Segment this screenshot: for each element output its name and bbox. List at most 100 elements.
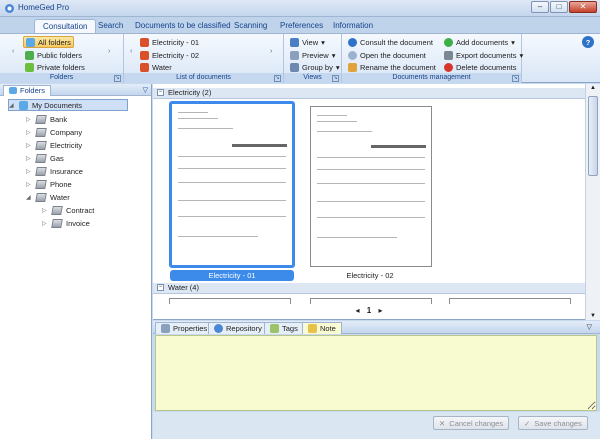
tree-node-insurance[interactable]: ▷ Insurance — [26, 165, 83, 177]
folders-panel-tab[interactable]: Folders — [3, 84, 52, 96]
rename-document-button[interactable]: Rename the document — [346, 61, 438, 73]
folder-icon — [35, 114, 47, 124]
scroll-up-icon[interactable]: ▲ — [590, 85, 596, 91]
tab-tags[interactable]: Tags — [264, 322, 304, 334]
doc-list-item[interactable]: Electricity - 02 — [138, 49, 201, 61]
scroll-right-icon[interactable]: › — [108, 48, 110, 55]
scroll-right-icon[interactable]: › — [270, 48, 272, 55]
vertical-scrollbar[interactable]: ▲ ▼ — [585, 84, 600, 320]
expand-icon[interactable]: ▷ — [42, 220, 48, 227]
tab-information[interactable]: Information — [325, 19, 381, 33]
document-label[interactable]: Electricity - 02 — [308, 270, 432, 281]
tab-consultation[interactable]: Consultation — [34, 19, 97, 33]
group-label: List of documents — [124, 73, 283, 83]
tree-node-contract[interactable]: ▷ Contract — [42, 204, 94, 216]
preview-icon — [290, 50, 299, 60]
tab-documents-to-be-classified[interactable]: Documents to be classified — [127, 19, 239, 33]
window-title: HomeGed Pro — [18, 3, 70, 12]
document-thumbnail[interactable] — [169, 101, 295, 268]
private-folder-icon — [25, 62, 34, 72]
note-textarea[interactable] — [155, 335, 597, 411]
consult-document-button[interactable]: Consult the document — [346, 36, 435, 48]
tree-node-my-documents[interactable]: ◢ My Documents — [8, 99, 128, 111]
expand-icon[interactable]: ▷ — [26, 142, 32, 149]
tree-node-electricity[interactable]: ▷ Electricity — [26, 139, 82, 151]
tree-node-water[interactable]: ◢ Water — [26, 191, 70, 203]
dialog-launcher-icon[interactable]: ↘ — [114, 75, 121, 82]
magnifier-icon — [348, 50, 357, 60]
collapse-icon[interactable]: ◢ — [26, 194, 32, 201]
tree-node-gas[interactable]: ▷ Gas — [26, 152, 64, 164]
info-icon — [348, 37, 357, 47]
folder-icon — [51, 205, 63, 215]
prev-page-button[interactable]: ◂ — [356, 306, 360, 315]
expand-icon[interactable]: ▷ — [26, 129, 32, 136]
tag-icon — [270, 324, 279, 333]
doc-list-item[interactable]: Electricity - 01 — [138, 36, 201, 48]
save-changes-button[interactable]: ✓ Save changes — [518, 416, 588, 430]
group-header-electricity[interactable]: − Electricity (2) — [153, 88, 585, 99]
next-page-button[interactable]: ▸ — [378, 306, 382, 315]
tree-node-phone[interactable]: ▷ Phone — [26, 178, 72, 190]
public-folders-button[interactable]: Public folders — [23, 49, 84, 61]
maximize-button[interactable]: □ — [550, 1, 568, 13]
collapse-icon[interactable]: ◢ — [9, 102, 15, 109]
tab-properties[interactable]: Properties — [155, 322, 214, 334]
note-icon — [308, 324, 317, 333]
pager: ◂ 1 ▸ — [153, 304, 585, 318]
collapse-icon[interactable]: − — [157, 284, 164, 291]
group-by-dropdown[interactable]: Group by ▾ — [288, 61, 342, 73]
tab-preferences[interactable]: Preferences — [272, 19, 331, 33]
folders-panel: Folders ▽ ◢ My Documents ▷ Bank ▷ Compan… — [0, 84, 152, 439]
tab-note[interactable]: Note — [302, 322, 342, 334]
list-of-documents-group: ‹ Electricity - 01 Electricity - 02 Wate… — [124, 34, 284, 83]
expand-icon[interactable]: ▷ — [26, 116, 32, 123]
expand-icon[interactable]: ▷ — [26, 181, 32, 188]
app-logo-icon — [4, 3, 15, 14]
document-label[interactable]: Electricity - 01 — [170, 270, 294, 281]
title-bar: HomeGed Pro – □ ✕ — [0, 0, 600, 17]
page-number: 1 — [366, 306, 372, 315]
dialog-launcher-icon[interactable]: ↘ — [332, 75, 339, 82]
delete-icon — [444, 62, 453, 72]
folder-icon — [9, 87, 17, 94]
dialog-launcher-icon[interactable]: ↘ — [274, 75, 281, 82]
tab-repository[interactable]: Repository — [208, 322, 268, 334]
collapse-icon[interactable]: − — [157, 89, 164, 96]
add-documents-button[interactable]: Add documents ▾ — [442, 36, 517, 48]
private-folders-button[interactable]: Private folders — [23, 61, 87, 73]
folders-group: ‹ All folders Public folders Private fol… — [0, 34, 124, 83]
view-dropdown[interactable]: View ▾ — [288, 36, 327, 48]
scroll-thumb[interactable] — [588, 96, 598, 176]
minimize-button[interactable]: – — [531, 1, 549, 13]
expand-icon[interactable]: ▷ — [26, 155, 32, 162]
expand-icon[interactable]: ▷ — [26, 168, 32, 175]
document-thumbnail[interactable] — [310, 106, 432, 267]
tree-node-invoice[interactable]: ▷ Invoice — [42, 217, 90, 229]
tree-node-company[interactable]: ▷ Company — [26, 126, 82, 138]
tab-scanning[interactable]: Scanning — [226, 19, 275, 33]
group-header-water[interactable]: − Water (4) — [153, 283, 585, 294]
all-folders-button[interactable]: All folders — [23, 36, 74, 48]
panel-menu-icon[interactable]: ▽ — [143, 86, 148, 94]
panel-menu-icon[interactable]: ▽ — [587, 323, 592, 331]
view-icon — [290, 37, 299, 47]
group-by-icon — [290, 62, 299, 72]
pdf-icon — [140, 37, 149, 47]
folder-icon — [19, 100, 28, 110]
cancel-changes-button[interactable]: ✕ Cancel changes — [433, 416, 510, 430]
scroll-left-icon[interactable]: ‹ — [12, 48, 14, 55]
preview-dropdown[interactable]: Preview ▾ — [288, 49, 337, 61]
expand-icon[interactable]: ▷ — [42, 207, 48, 214]
scroll-down-icon[interactable]: ▼ — [590, 313, 596, 319]
delete-documents-button[interactable]: Delete documents — [442, 61, 518, 73]
tree-node-bank[interactable]: ▷ Bank — [26, 113, 67, 125]
open-document-button[interactable]: Open the document — [346, 49, 428, 61]
dialog-launcher-icon[interactable]: ↘ — [512, 75, 519, 82]
close-button[interactable]: ✕ — [569, 1, 597, 13]
tab-search[interactable]: Search — [90, 19, 131, 33]
help-icon[interactable]: ? — [582, 36, 594, 48]
export-documents-button[interactable]: Export documents ▾ — [442, 49, 525, 61]
scroll-left-icon[interactable]: ‹ — [130, 48, 132, 55]
doc-list-item[interactable]: Water — [138, 61, 174, 73]
